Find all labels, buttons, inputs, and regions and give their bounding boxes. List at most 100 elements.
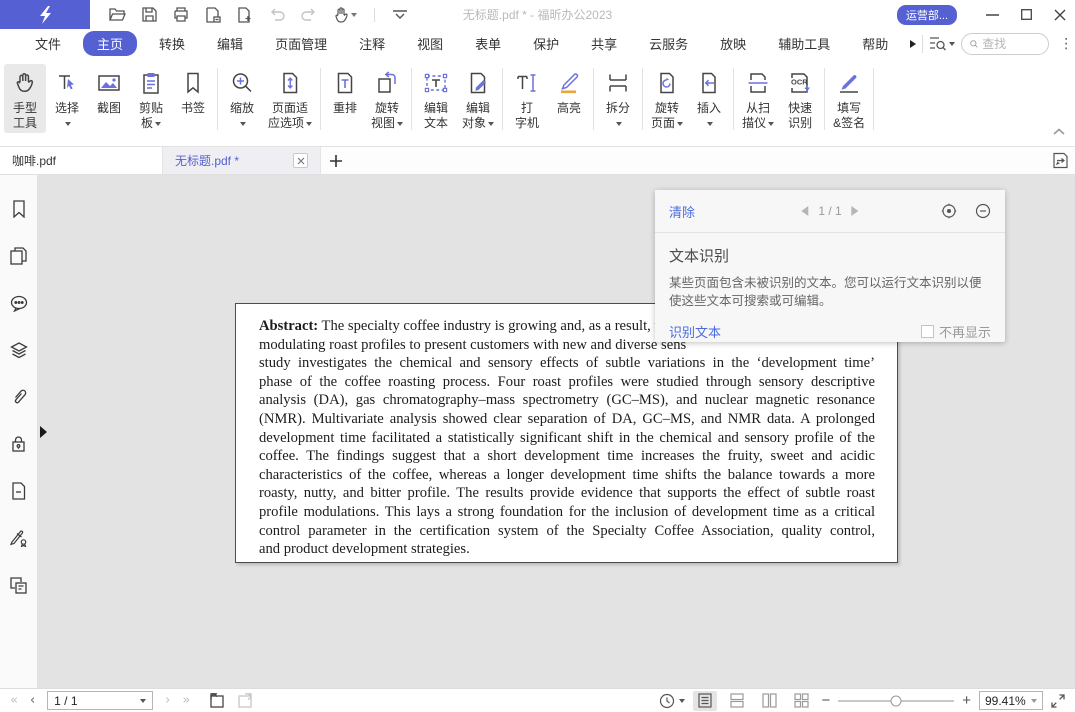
continuous-view-icon[interactable] xyxy=(725,691,749,711)
next-page-icon[interactable]: › xyxy=(165,693,170,708)
next-notification-icon[interactable] xyxy=(852,206,859,216)
signatures-panel-icon[interactable] xyxy=(9,528,29,548)
minimize-notification-icon[interactable] xyxy=(975,203,991,219)
rotate-view-button[interactable]: 旋转视图 xyxy=(366,64,408,133)
menu-present[interactable]: 放映 xyxy=(710,31,756,56)
layers-panel-icon[interactable] xyxy=(9,340,29,360)
snapshot-button[interactable]: 截图 xyxy=(88,64,130,118)
sidebar-expand-handle[interactable] xyxy=(40,426,47,438)
continuous-facing-view-icon[interactable] xyxy=(789,691,813,711)
search-box[interactable] xyxy=(961,33,1049,55)
edit-text-button[interactable]: 编辑文本 xyxy=(415,64,457,133)
new-document-icon[interactable] xyxy=(236,6,254,24)
search-input[interactable] xyxy=(982,37,1040,51)
edit-object-button[interactable]: 编辑对象 xyxy=(457,64,499,133)
menu-file[interactable]: 文件 xyxy=(25,31,71,56)
menu-organize[interactable]: 页面管理 xyxy=(265,31,337,56)
from-scanner-button[interactable]: 从扫描仪 xyxy=(737,64,779,133)
tab-untitled-pdf[interactable]: 无标题.pdf * xyxy=(163,147,321,174)
fill-sign-button[interactable]: 填写&签名 xyxy=(828,64,870,133)
destinations-panel-icon[interactable] xyxy=(9,481,29,501)
highlight-button[interactable]: 高亮 xyxy=(548,64,590,118)
menu-divider xyxy=(922,35,923,53)
dont-show-again-option[interactable]: 不再显示 xyxy=(921,322,991,341)
first-page-icon[interactable]: « xyxy=(10,693,18,708)
print-icon[interactable] xyxy=(172,6,190,24)
auto-scroll-icon[interactable] xyxy=(659,693,685,709)
quick-ocr-button[interactable]: OCR 快速识别 xyxy=(779,64,821,133)
security-panel-icon[interactable] xyxy=(9,434,29,454)
open-file-icon[interactable] xyxy=(108,6,126,24)
account-badge[interactable]: 运营部... xyxy=(897,5,957,25)
facing-view-icon[interactable] xyxy=(757,691,781,711)
single-page-view-icon[interactable] xyxy=(693,691,717,711)
new-tab-button[interactable] xyxy=(321,147,351,174)
menu-view[interactable]: 视图 xyxy=(407,31,453,56)
fullscreen-icon[interactable] xyxy=(1051,694,1065,708)
reflow-button[interactable]: 重排 xyxy=(324,64,366,118)
rotate-page-button[interactable]: 旋转页面 xyxy=(646,64,688,133)
pdf-page[interactable]: Abstract: The specialty coffee industry … xyxy=(235,303,898,563)
recognize-text-link[interactable]: 识别文本 xyxy=(669,322,721,341)
more-options-icon[interactable]: ⋮ xyxy=(1055,35,1075,52)
menu-form[interactable]: 表单 xyxy=(465,31,511,56)
hand-tool-quick-icon[interactable] xyxy=(332,6,358,24)
clipboard-button[interactable]: 剪贴板 xyxy=(130,64,172,133)
notification-settings-icon[interactable] xyxy=(941,203,957,219)
minimize-button[interactable] xyxy=(977,2,1007,28)
save-icon[interactable] xyxy=(140,6,158,24)
abstract-line: (NMR). Multivariate analysis showed clea… xyxy=(259,410,875,429)
collapse-ribbon-icon[interactable] xyxy=(1053,128,1065,135)
hand-tool-button[interactable]: 手型工具 xyxy=(4,64,46,133)
prev-notification-icon[interactable] xyxy=(801,206,808,216)
customize-toolbar-icon[interactable] xyxy=(391,6,409,24)
select-tool-button[interactable]: 选择 xyxy=(46,64,88,133)
foxit-logo[interactable] xyxy=(0,0,90,29)
dont-show-again-checkbox[interactable] xyxy=(921,325,934,338)
menu-convert[interactable]: 转换 xyxy=(149,31,195,56)
menu-edit[interactable]: 编辑 xyxy=(207,31,253,56)
pages-panel-icon[interactable] xyxy=(9,246,29,266)
zoom-slider-knob[interactable] xyxy=(891,695,902,706)
close-button[interactable] xyxy=(1045,2,1075,28)
comments-panel-icon[interactable] xyxy=(9,293,29,313)
zoom-slider-track[interactable] xyxy=(838,700,954,702)
zoom-level-combobox[interactable]: 99.41% xyxy=(979,691,1043,710)
menu-accessibility[interactable]: 辅助工具 xyxy=(768,31,840,56)
menu-comment[interactable]: 注释 xyxy=(349,31,395,56)
bookmarks-panel-icon[interactable] xyxy=(9,199,29,219)
tab-switch-icon[interactable] xyxy=(1052,152,1069,169)
page-number-combobox[interactable]: 1 / 1 xyxy=(47,691,153,710)
typewriter-button[interactable]: 打字机 xyxy=(506,64,548,133)
zoom-out-icon[interactable]: − xyxy=(821,696,830,706)
tab-coffee-pdf[interactable]: 咖啡.pdf xyxy=(0,147,163,174)
tab-close-icon[interactable] xyxy=(293,153,308,168)
window-title: 无标题.pdf * - 福昕办公2023 xyxy=(463,6,612,23)
zoom-button[interactable]: 缩放 xyxy=(221,64,263,133)
abstract-line: development time facilitated a statistic… xyxy=(259,429,875,448)
menu-protect[interactable]: 保护 xyxy=(523,31,569,56)
advanced-search-icon[interactable] xyxy=(929,36,955,51)
menu-overflow-arrow[interactable] xyxy=(910,40,916,48)
redo-icon[interactable] xyxy=(300,6,318,24)
menu-help[interactable]: 帮助 xyxy=(852,31,898,56)
menu-share[interactable]: 共享 xyxy=(581,31,627,56)
undo-icon[interactable] xyxy=(268,6,286,24)
previous-view-icon[interactable] xyxy=(208,693,225,708)
highlight-icon xyxy=(555,68,583,98)
last-page-icon[interactable]: » xyxy=(182,693,190,708)
next-view-icon[interactable] xyxy=(237,693,254,708)
insert-button[interactable]: 插入 xyxy=(688,64,730,133)
zoom-in-icon[interactable]: + xyxy=(962,696,971,706)
fit-page-options-button[interactable]: 页面适应选项 xyxy=(263,64,317,133)
split-button[interactable]: 拆分 xyxy=(597,64,639,133)
bookmark-button[interactable]: 书签 xyxy=(172,64,214,118)
menu-cloud[interactable]: 云服务 xyxy=(639,31,698,56)
menu-home[interactable]: 主页 xyxy=(83,31,137,56)
fields-panel-icon[interactable] xyxy=(9,575,29,595)
maximize-button[interactable] xyxy=(1011,2,1041,28)
create-pdf-icon[interactable] xyxy=(204,6,222,24)
previous-page-icon[interactable]: ‹ xyxy=(30,693,35,708)
clear-notifications-link[interactable]: 清除 xyxy=(669,202,695,221)
attachments-panel-icon[interactable] xyxy=(9,387,29,407)
